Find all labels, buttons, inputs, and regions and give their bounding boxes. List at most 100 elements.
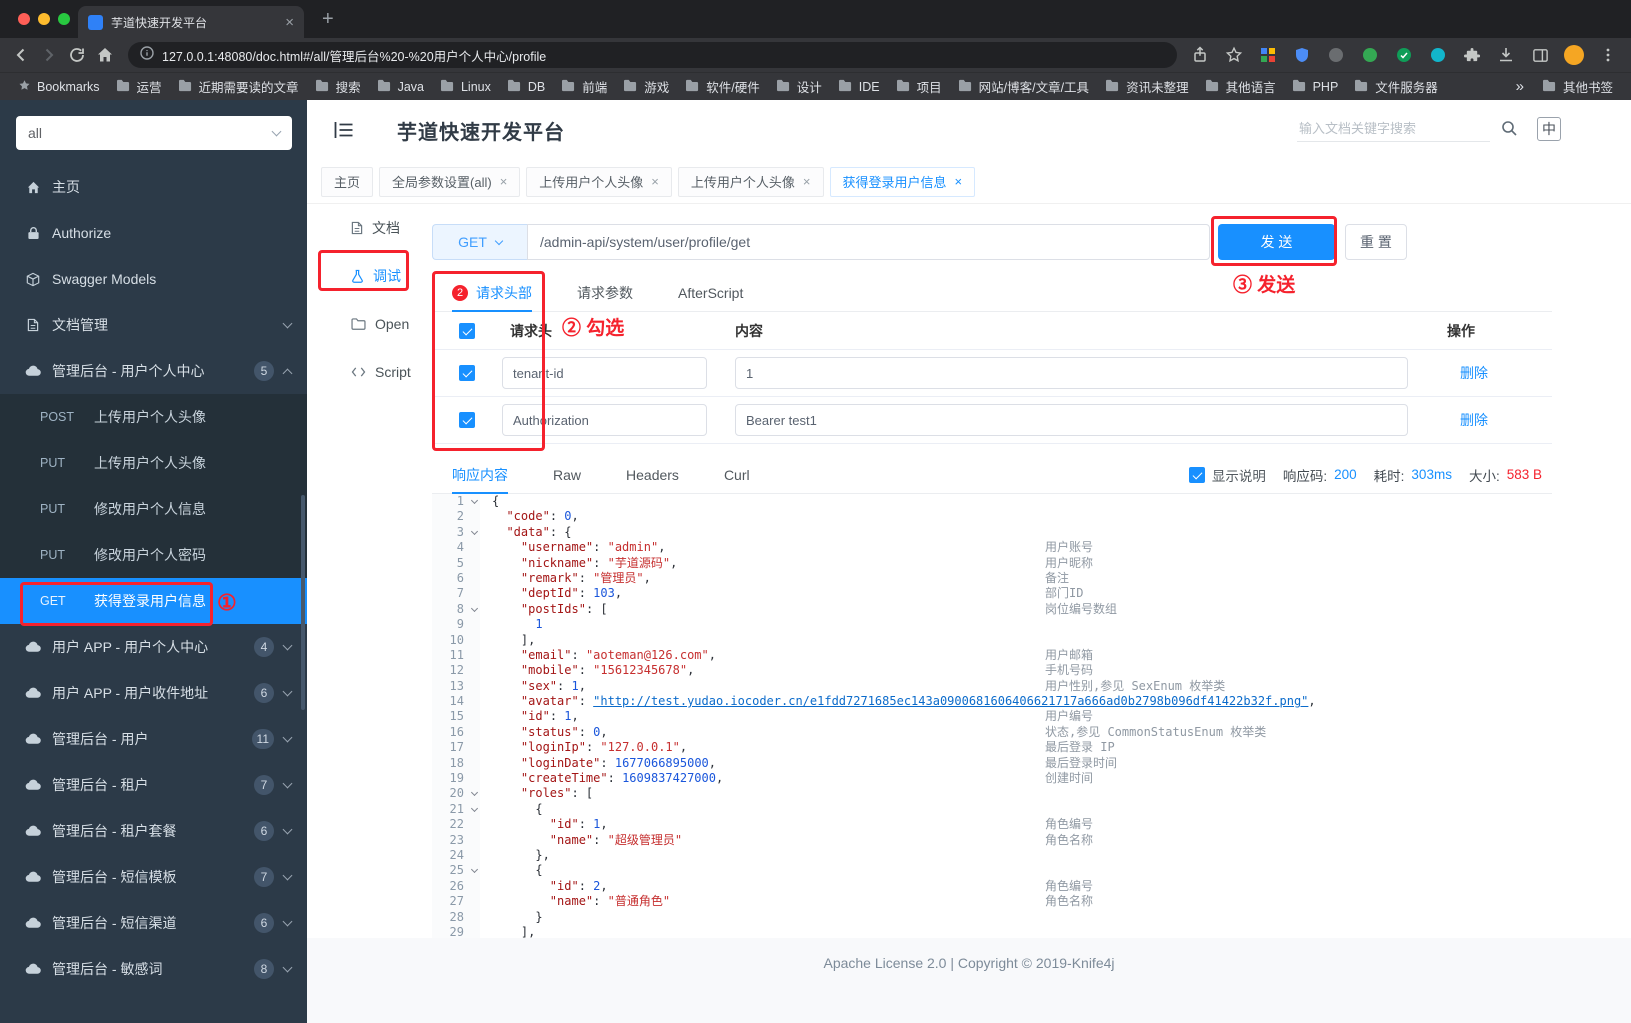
bookmark-star-icon[interactable] [1221,42,1247,68]
header-name-input[interactable] [502,357,707,389]
search-icon[interactable] [1501,120,1518,142]
side-panel-icon[interactable] [1527,42,1553,68]
request-tab[interactable]: AfterScript [678,274,743,311]
fold-icon[interactable] [470,527,479,535]
sidebar-item[interactable]: Authorize [0,210,307,256]
bookmark-folder[interactable]: 搜索 [307,75,369,98]
other-bookmarks[interactable]: 其他书签 [1534,75,1621,98]
forward-icon[interactable] [36,42,62,68]
doc-search-input[interactable] [1297,116,1490,142]
bookmark-folder[interactable]: 前端 [553,75,615,98]
tab-close-icon[interactable]: × [285,15,294,30]
doc-tab[interactable]: 获得登录用户信息 × [829,166,976,197]
bookmark-folder[interactable]: 资讯未整理 [1097,75,1197,98]
delete-link[interactable]: 删除 [1447,412,1488,428]
browser-menu-icon[interactable] [1595,42,1621,68]
close-icon[interactable]: × [803,175,811,188]
bookmark-folder[interactable]: 近期需要读的文章 [170,75,307,98]
bookmark-folder[interactable]: PHP [1284,75,1347,98]
bookmark-folder[interactable]: 文件服务器 [1346,75,1446,98]
response-tab[interactable]: 响应内容 [452,456,508,494]
doc-tab[interactable]: 上传用户个人头像 × [526,166,672,197]
doc-tab[interactable]: 全局参数设置(all) × [379,166,521,197]
reload-icon[interactable] [64,42,90,68]
site-info-icon[interactable] [140,45,154,65]
sidebar-scrollbar[interactable] [301,495,305,710]
request-tab[interactable]: 请求参数 [577,274,633,311]
fold-icon[interactable] [470,866,479,874]
delete-link[interactable]: 删除 [1447,365,1488,381]
view-mode-tab[interactable]: Script [307,348,432,396]
sidebar-item[interactable]: 用户 APP - 用户个人中心 4 [0,624,307,670]
request-url-input[interactable] [527,224,1210,260]
reset-button[interactable]: 重 置 [1345,224,1407,260]
response-tab[interactable]: Raw [553,456,581,493]
sidebar-item[interactable]: 管理后台 - 用户 11 [0,716,307,762]
sidebar-endpoint[interactable]: PUT 修改用户个人信息 [0,486,307,532]
select-all-checkbox[interactable] [459,322,475,339]
bookmarks-manager[interactable]: Bookmarks [10,77,108,97]
close-icon[interactable]: × [651,175,659,188]
collapse-menu-icon[interactable] [333,119,355,146]
bookmark-folder[interactable]: 游戏 [615,75,677,98]
extension-grid-icon[interactable] [1255,42,1281,68]
home-icon[interactable] [92,42,118,68]
bookmark-folder[interactable]: DB [499,75,553,98]
extension-icon[interactable] [1425,42,1451,68]
sidebar-item[interactable]: 管理后台 - 租户 7 [0,762,307,808]
api-group-select[interactable]: all [16,116,292,150]
doc-tab[interactable]: 上传用户个人头像 × [677,166,824,197]
fold-icon[interactable] [470,804,479,812]
puzzle-icon[interactable] [1459,42,1485,68]
request-tab[interactable]: 2 请求头部 [452,274,532,312]
row-checkbox[interactable] [459,365,475,381]
sidebar-endpoint[interactable]: POST 上传用户个人头像 [0,394,307,440]
back-icon[interactable] [8,42,34,68]
sidebar-item[interactable]: Swagger Models [0,256,307,302]
sidebar-endpoint[interactable]: PUT 上传用户个人头像 [0,440,307,486]
header-name-input[interactable] [502,404,707,436]
bookmark-folder[interactable]: 网站/博客/文章/工具 [950,75,1097,98]
sidebar-item[interactable]: 主页 [0,164,307,210]
view-mode-tab[interactable]: 文档 [307,204,432,252]
response-editor[interactable]: 1{2 "code": 0, 3 "data": {4 用户账号 "username… [432,494,1552,941]
bookmark-folder[interactable]: 其他语言 [1197,75,1284,98]
profile-avatar[interactable] [1561,42,1587,68]
sidebar-item[interactable]: 文档管理 [0,302,307,348]
fold-icon[interactable] [470,789,479,797]
sidebar-item[interactable]: 管理后台 - 短信模板 7 [0,854,307,900]
extension-icon[interactable] [1323,42,1349,68]
close-icon[interactable]: × [500,175,508,188]
header-value-input[interactable] [735,404,1408,436]
bookmark-folder[interactable]: 运营 [108,75,170,98]
doc-tab[interactable]: 主页 [321,166,374,197]
sidebar-item[interactable]: 管理后台 - 用户个人中心 5 [0,348,307,394]
browser-tab[interactable]: 芋道快速开发平台 × [78,6,304,38]
language-toggle-icon[interactable]: 中 [1537,117,1561,141]
bookmark-folder[interactable]: Java [369,75,432,98]
show-desc-checkbox[interactable] [1188,466,1205,483]
view-mode-tab[interactable]: 调试 [307,252,432,300]
sidebar-item[interactable]: 管理后台 - 敏感词 8 [0,946,307,992]
http-method-select[interactable]: GET [432,224,527,260]
header-value-input[interactable] [735,357,1408,389]
bookmark-folder[interactable]: Linux [432,75,499,98]
downloads-icon[interactable] [1493,42,1519,68]
new-tab-button[interactable]: + [322,8,334,31]
sidebar-endpoint[interactable]: GET 获得登录用户信息 [0,578,307,624]
bookmarks-overflow-icon[interactable]: » [1506,78,1534,95]
fold-icon[interactable] [470,496,479,505]
sidebar-endpoint[interactable]: PUT 修改用户个人密码 [0,532,307,578]
bookmark-folder[interactable]: 软件/硬件 [677,75,767,98]
bookmark-folder[interactable]: 项目 [888,75,950,98]
response-tab[interactable]: Headers [626,456,679,493]
sidebar-item[interactable]: 用户 APP - 用户收件地址 6 [0,670,307,716]
shield-extension-icon[interactable] [1289,42,1315,68]
maximize-window-button[interactable] [58,13,70,25]
bookmark-folder[interactable]: IDE [830,75,888,98]
view-mode-tab[interactable]: Open [307,300,432,348]
sidebar-item[interactable]: 管理后台 - 租户套餐 6 [0,808,307,854]
share-icon[interactable] [1187,42,1213,68]
response-tab[interactable]: Curl [724,456,750,493]
extension-icon[interactable] [1391,42,1417,68]
